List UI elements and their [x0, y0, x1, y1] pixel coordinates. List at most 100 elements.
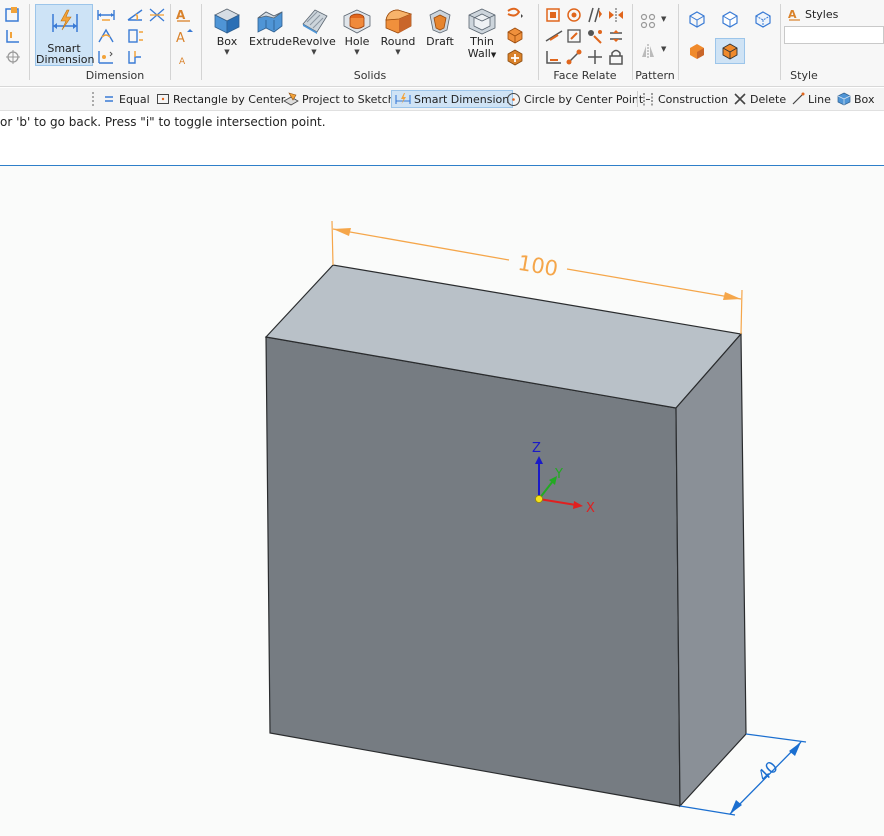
model-scene: 100 40 Z Y X — [264, 220, 807, 816]
block-right-face[interactable] — [675, 332, 747, 808]
wireframe-view-icon[interactable] — [687, 10, 707, 28]
mirror-icon[interactable] — [639, 42, 659, 60]
svg-text:A: A — [179, 57, 186, 67]
angle-between-icon[interactable] — [96, 27, 116, 45]
circle-by-center-point-icon — [507, 92, 520, 106]
graphics-viewport[interactable]: 100 40 Z Y X — [0, 166, 884, 836]
hole-icon — [343, 9, 371, 34]
chamfer-dimension-icon[interactable] — [125, 48, 145, 66]
svg-text:A: A — [176, 31, 185, 46]
dimension-group-label: Dimension — [85, 69, 145, 82]
angular-coordinate-icon[interactable] — [125, 6, 145, 24]
face-tangent-icon[interactable] — [544, 27, 564, 45]
style-group-label: Style — [790, 69, 818, 82]
rectangular-pattern-dropdown-icon[interactable]: ▼ — [661, 15, 666, 23]
style-select[interactable] — [784, 26, 884, 44]
circle-by-center-point-label: Circle by Center Point — [524, 92, 644, 106]
equal-label: Equal — [119, 92, 150, 106]
lock-icon[interactable] — [606, 48, 626, 66]
smart-dimension-command[interactable]: Smart Dimension — [391, 90, 514, 108]
shell-solid-icon[interactable] — [505, 26, 525, 44]
smart-dimension-button[interactable]: Smart Dimension — [35, 4, 95, 66]
construction-icon — [643, 92, 653, 106]
sketch-align-icon[interactable] — [3, 27, 23, 45]
thin-wall-button[interactable]: Thin Wall▼ — [462, 6, 502, 61]
face-offset-icon[interactable] — [606, 27, 626, 45]
extrude-button[interactable]: Extrude — [249, 6, 292, 48]
delete-icon — [734, 93, 746, 105]
revolve-label: Revolve — [292, 35, 336, 48]
box-command[interactable]: Box — [837, 90, 874, 108]
face-horizontal-icon[interactable] — [544, 48, 564, 66]
project-to-sketch-label: Project to Sketch — [302, 92, 395, 106]
dimension-axis-icon[interactable] — [147, 6, 167, 24]
circle-by-center-point-command[interactable]: Circle by Center Point — [506, 90, 643, 108]
quick-command-bar: Equal Rectangle by Center Project to Ske… — [0, 88, 884, 111]
equal-command[interactable]: Equal — [102, 90, 150, 108]
shaded-with-edges-view-icon — [722, 43, 738, 60]
y-axis-label: Y — [554, 467, 563, 482]
views-group — [679, 0, 779, 86]
face-concentric-icon[interactable] — [565, 6, 585, 24]
delete-command[interactable]: Delete — [733, 90, 786, 108]
box-dropdown-icon[interactable]: ▼ — [206, 48, 248, 57]
distance-between-icon[interactable] — [96, 6, 116, 24]
hidden-edges-view-icon[interactable] — [753, 10, 773, 28]
block-front-face[interactable] — [265, 336, 681, 807]
hole-label: Hole — [344, 35, 370, 48]
coordinate-dimension-icon[interactable] — [96, 48, 116, 66]
width-dimension-value[interactable]: 100 — [516, 251, 560, 281]
sketch-point-icon[interactable] — [3, 48, 23, 66]
rectangle-by-center-command[interactable]: Rectangle by Center — [156, 90, 285, 108]
thin-wall-dropdown-icon[interactable]: ▼ — [491, 51, 496, 59]
face-parallel-icon[interactable] — [585, 6, 605, 24]
box-button[interactable]: Box ▼ — [206, 6, 248, 57]
visible-edges-view-icon[interactable] — [720, 10, 740, 28]
command-bar-grip[interactable] — [92, 92, 97, 106]
symmetric-diameter-icon[interactable] — [125, 27, 145, 45]
mirror-dropdown-icon[interactable]: ▼ — [661, 45, 666, 53]
text-size-up-icon[interactable]: A — [175, 28, 193, 46]
face-symmetric-icon[interactable] — [606, 6, 626, 24]
box-label: Box — [216, 35, 238, 48]
shaded-with-edges-view-button[interactable] — [715, 38, 745, 64]
styles-label: Styles — [805, 7, 839, 21]
round-button[interactable]: Round ▼ — [378, 6, 418, 57]
text-size-down-icon[interactable]: A — [175, 50, 193, 68]
rectangular-pattern-icon[interactable] — [639, 12, 659, 30]
draft-button[interactable]: Draft — [421, 6, 459, 48]
boolean-add-icon[interactable] — [505, 48, 525, 66]
revolve-dropdown-icon[interactable]: ▼ — [292, 48, 336, 57]
revolve-button[interactable]: Revolve ▼ — [292, 6, 336, 57]
prompt-bar-text: or 'b' to go back. Press "i" to toggle i… — [0, 112, 884, 134]
draft-icon — [429, 9, 451, 34]
z-axis-label: Z — [532, 441, 541, 456]
revolve-icon — [302, 9, 328, 34]
helix-icon[interactable] — [505, 6, 525, 24]
hole-button[interactable]: Hole ▼ — [338, 6, 376, 57]
sketch-relate-icon[interactable] — [3, 6, 23, 24]
svg-text:A: A — [788, 8, 797, 21]
x-axis-label: X — [586, 501, 595, 516]
depth-dimension-value[interactable]: 40 — [754, 757, 782, 785]
rectangle-by-center-icon — [157, 94, 169, 104]
smart-dimension-icon — [52, 9, 78, 32]
face-ground-icon[interactable] — [565, 48, 585, 66]
smart-dimension-label-line2: Dimension — [36, 53, 95, 66]
face-rigid-icon[interactable] — [585, 27, 605, 45]
line-command[interactable]: Line — [791, 90, 831, 108]
round-label: Round — [380, 35, 416, 48]
face-perpendicular-icon[interactable] — [565, 27, 585, 45]
hole-dropdown-icon[interactable]: ▼ — [338, 48, 376, 57]
face-intersect-icon[interactable] — [585, 48, 605, 66]
thin-wall-label-line2: Wall — [467, 47, 491, 60]
shaded-view-icon[interactable] — [687, 42, 707, 60]
styles-button[interactable]: A Styles — [787, 6, 838, 22]
round-dropdown-icon[interactable]: ▼ — [378, 48, 418, 57]
project-to-sketch-command[interactable]: Project to Sketch — [283, 90, 395, 108]
box-icon — [214, 8, 240, 34]
construction-command[interactable]: Construction — [641, 90, 728, 108]
command-bar-separator — [637, 91, 638, 107]
face-coplanar-icon[interactable] — [544, 6, 564, 24]
dimension-text-style-icon[interactable]: A — [175, 6, 193, 24]
